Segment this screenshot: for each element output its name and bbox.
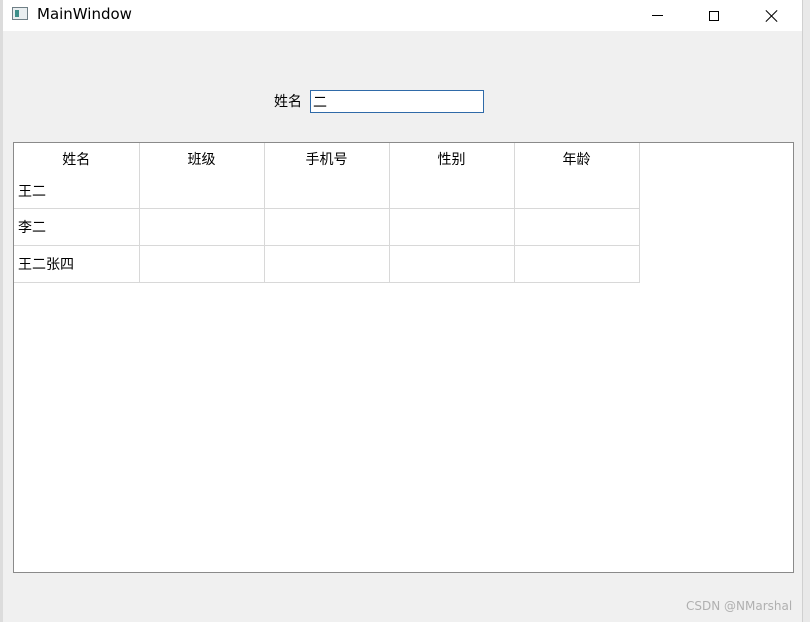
column-header-age[interactable]: 年龄 <box>514 143 640 173</box>
window-title: MainWindow <box>37 5 132 23</box>
name-label: 姓名 <box>274 94 302 110</box>
column-header-class[interactable]: 班级 <box>139 143 265 173</box>
table-header-row: 姓名 班级 手机号 性别 年龄 <box>14 143 640 173</box>
maximize-icon <box>709 10 719 21</box>
background-desktop-right <box>802 0 810 622</box>
table-cell[interactable] <box>264 245 390 283</box>
table-row[interactable]: 王二张四 <box>14 245 640 283</box>
table-cell[interactable] <box>264 208 390 246</box>
maximize-button[interactable] <box>691 0 737 31</box>
column-header-name[interactable]: 姓名 <box>14 143 140 173</box>
column-header-phone[interactable]: 手机号 <box>264 143 390 173</box>
table-cell[interactable]: 王二 <box>14 173 140 209</box>
table-cell[interactable]: 王二张四 <box>14 245 140 283</box>
table-cell[interactable] <box>139 173 265 209</box>
watermark: CSDN @NMarshal <box>686 599 793 613</box>
close-icon <box>765 9 779 23</box>
table-cell[interactable] <box>389 245 515 283</box>
table-row[interactable]: 王二 <box>14 173 640 209</box>
student-table[interactable]: 姓名 班级 手机号 性别 年龄 王二 李二 王二张四 <box>13 142 794 573</box>
table-cell[interactable] <box>139 245 265 283</box>
column-header-gender[interactable]: 性别 <box>389 143 515 173</box>
title-bar[interactable]: MainWindow <box>3 0 802 31</box>
main-window: MainWindow 姓名 姓名 班级 手机号 性别 年龄 <box>3 0 802 622</box>
table-cell[interactable]: 李二 <box>14 208 140 246</box>
table-cell[interactable] <box>139 208 265 246</box>
minimize-button[interactable] <box>634 0 680 31</box>
app-window-icon <box>12 7 28 20</box>
table-cell[interactable] <box>514 208 640 246</box>
table-cell[interactable] <box>264 173 390 209</box>
table-cell[interactable] <box>389 208 515 246</box>
close-button[interactable] <box>749 0 795 31</box>
minimize-icon <box>651 15 663 16</box>
table-cell[interactable] <box>514 173 640 209</box>
table-row[interactable]: 李二 <box>14 208 640 246</box>
table-cell[interactable] <box>389 173 515 209</box>
name-search-input[interactable] <box>310 90 484 113</box>
table-cell[interactable] <box>514 245 640 283</box>
